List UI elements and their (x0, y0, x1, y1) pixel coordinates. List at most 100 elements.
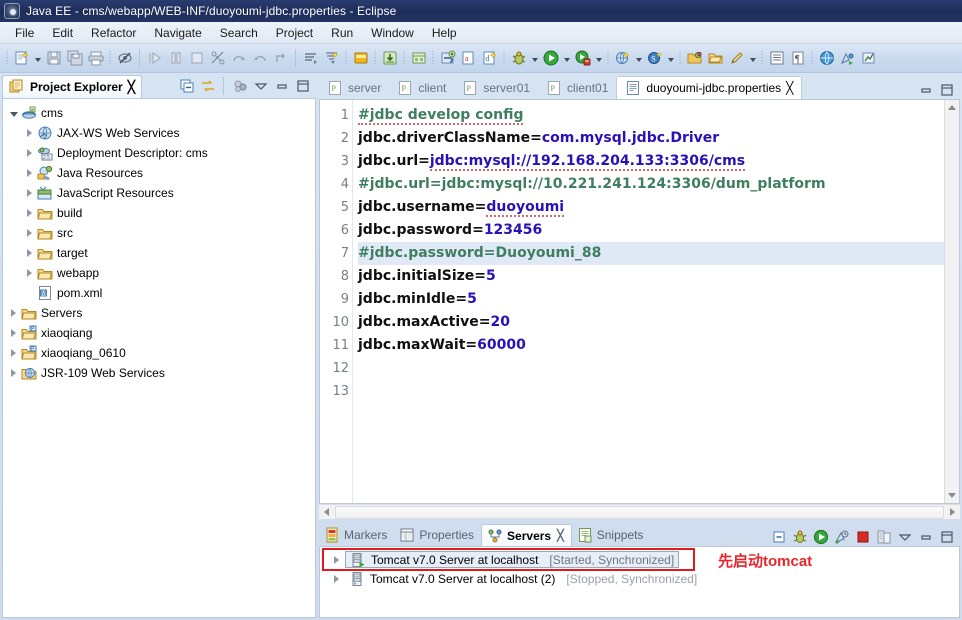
collapse-all-icon[interactable] (769, 527, 788, 546)
open-task-icon[interactable] (300, 48, 321, 69)
code-area[interactable]: 1 2 3 4 5 6 7 8 9 10 11 12 13 #jdbc develop config jd… (320, 100, 944, 503)
collapse-arrow-icon[interactable] (7, 107, 20, 120)
step-over-icon[interactable] (228, 48, 249, 69)
expand-arrow-icon[interactable] (330, 572, 343, 585)
publish-icon[interactable] (874, 527, 893, 546)
servlet-dropdown-arrow[interactable] (665, 48, 676, 68)
suspend-icon[interactable] (165, 48, 186, 69)
expand-arrow-icon[interactable] (23, 227, 36, 240)
minimize-icon[interactable] (916, 527, 935, 546)
expand-arrow-icon[interactable] (7, 367, 20, 380)
view-tab-servers[interactable]: Servers ╳ (481, 524, 572, 546)
expand-arrow-icon[interactable] (23, 127, 36, 140)
editor-tab-client01[interactable]: Pclient01 (538, 76, 616, 99)
undo-icon[interactable] (437, 48, 458, 69)
pencil-icon[interactable] (726, 48, 747, 69)
expand-arrow-icon[interactable] (23, 147, 36, 160)
new-web-project-icon[interactable] (612, 48, 633, 69)
run-as-server-icon[interactable] (572, 48, 593, 69)
code-line[interactable]: jdbc.maxWait=60000 (358, 334, 944, 357)
code-line[interactable]: #jdbc.password=Duoyoumi_88 (358, 242, 944, 265)
scroll-left-icon[interactable] (319, 505, 334, 520)
expand-arrow-icon[interactable] (23, 167, 36, 180)
view-menu-icon[interactable] (895, 527, 914, 546)
debug-icon[interactable] (508, 48, 529, 69)
scroll-right-icon[interactable] (945, 505, 960, 520)
new-wizard-icon[interactable] (11, 48, 32, 69)
tree-item-target[interactable]: target (3, 243, 315, 263)
editor-tab-server01[interactable]: Pserver01 (454, 76, 538, 99)
maximize-icon[interactable] (293, 77, 312, 96)
expand-arrow-icon[interactable] (23, 267, 36, 280)
expand-arrow-icon[interactable] (7, 347, 20, 360)
editor-tab-client[interactable]: Pclient (389, 76, 454, 99)
step-into-selection-icon[interactable] (270, 48, 291, 69)
save-all-icon[interactable] (64, 48, 85, 69)
code-line[interactable] (358, 380, 944, 403)
code-text[interactable]: #jdbc develop config jdbc.driverClassName… (353, 100, 944, 503)
menu-navigate[interactable]: Navigate (145, 24, 210, 42)
maximize-icon[interactable] (937, 527, 956, 546)
open-folder2-icon[interactable] (705, 48, 726, 69)
tree-item-servers[interactable]: Servers (3, 303, 315, 323)
tree-item-jax-ws-web-services[interactable]: JAX-WS Web Services (3, 123, 315, 143)
expand-arrow-icon[interactable] (330, 553, 343, 566)
terminate-icon[interactable] (186, 48, 207, 69)
menu-search[interactable]: Search (211, 24, 267, 42)
menu-project[interactable]: Project (267, 24, 322, 42)
pencil-dropdown-arrow[interactable] (747, 48, 758, 68)
maximize-icon[interactable] (937, 80, 956, 99)
paragraph-icon[interactable]: ¶ (787, 48, 808, 69)
server-dropdown-arrow[interactable] (593, 48, 604, 68)
tree-item-webapp[interactable]: webapp (3, 263, 315, 283)
minimize-icon[interactable] (272, 77, 291, 96)
search-filter-icon[interactable] (321, 48, 342, 69)
run-dropdown-arrow[interactable] (561, 48, 572, 68)
new-dropdown-arrow[interactable] (32, 48, 43, 68)
menu-edit[interactable]: Edit (43, 24, 82, 42)
menu-help[interactable]: Help (423, 24, 466, 42)
scroll-down-icon[interactable] (945, 488, 960, 503)
tree-item-deployment-descriptor-cms[interactable]: 2.5 Deployment Descriptor: cms (3, 143, 315, 163)
outline-icon[interactable] (766, 48, 787, 69)
debug-server-icon[interactable] (790, 527, 809, 546)
editor-vertical-scrollbar[interactable] (944, 100, 959, 503)
skip-breakpoints-icon[interactable] (207, 48, 228, 69)
close-icon[interactable]: ╳ (128, 80, 135, 94)
code-line[interactable]: jdbc.username=duoyoumi (358, 196, 944, 219)
collapse-all-icon[interactable] (177, 77, 196, 96)
web-dropdown-arrow[interactable] (633, 48, 644, 68)
step-return-icon[interactable] (249, 48, 270, 69)
toggle-mark-occurrences-icon[interactable] (114, 48, 135, 69)
expand-arrow-icon[interactable] (23, 187, 36, 200)
debug-dropdown-arrow[interactable] (529, 48, 540, 68)
minimize-icon[interactable] (916, 80, 935, 99)
code-line[interactable]: jdbc.minIdle=5 (358, 288, 944, 311)
new-jsp-icon[interactable]: d (479, 48, 500, 69)
close-icon[interactable]: ╳ (557, 529, 564, 542)
open-type-icon[interactable] (350, 48, 371, 69)
code-line[interactable]: jdbc.url=jdbc:mysql://192.168.204.133:33… (358, 150, 944, 173)
expand-arrow-icon[interactable] (7, 327, 20, 340)
tree-item-jsr-109-web-services[interactable]: JSR-109 Web Services (3, 363, 315, 383)
close-icon[interactable]: ╳ (786, 81, 793, 95)
focus-on-active-task-icon[interactable] (230, 77, 249, 96)
tree-item-cms[interactable]: cms (3, 103, 315, 123)
profile-server-icon[interactable] (832, 527, 851, 546)
tree-item-src[interactable]: src (3, 223, 315, 243)
view-tab-properties[interactable]: Properties (394, 524, 481, 546)
run-icon[interactable] (540, 48, 561, 69)
run-external-icon[interactable] (837, 48, 858, 69)
code-line[interactable]: #jdbc.url=jdbc:mysql://10.221.241.124:33… (358, 173, 944, 196)
editor-tab-duoyoumi-jdbc-properties[interactable]: duoyoumi-jdbc.properties ╳ (616, 76, 803, 99)
start-server-icon[interactable] (811, 527, 830, 546)
tree-item-build[interactable]: build (3, 203, 315, 223)
web-browser-icon[interactable] (816, 48, 837, 69)
step-into-icon[interactable] (144, 48, 165, 69)
import-icon[interactable] (379, 48, 400, 69)
tree-item-pom-xml[interactable]: Mpom.xml (3, 283, 315, 303)
menu-refactor[interactable]: Refactor (82, 24, 145, 42)
open-folder-icon[interactable] (684, 48, 705, 69)
new-java-package-icon[interactable] (408, 48, 429, 69)
save-icon[interactable] (43, 48, 64, 69)
